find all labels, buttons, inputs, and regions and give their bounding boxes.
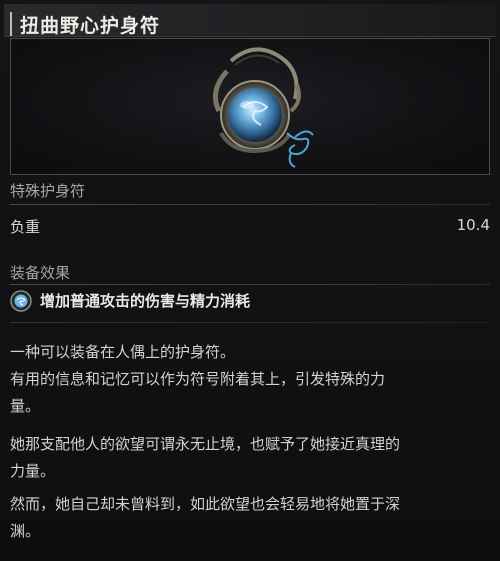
item-image-frame xyxy=(10,38,490,175)
effect-header: 装备效果 xyxy=(10,264,71,282)
description-p3-line1: 然而，她自己却未曾料到，如此欲望也会轻易地将她置于深 xyxy=(10,495,401,513)
category-divider xyxy=(10,204,490,205)
weight-label: 负重 xyxy=(10,218,41,236)
description-p1-line2: 有用的信息和记忆可以作为符号附着其上，引发特殊的力 xyxy=(10,370,386,388)
description-divider xyxy=(10,322,490,323)
weight-value: 10.4 xyxy=(456,216,490,234)
talisman-image xyxy=(212,47,314,168)
description-p2-line2: 力量。 xyxy=(10,462,56,480)
item-detail-panel: 扭曲野心护身符 特殊护身符 负重 10.4 装备效果 增加普通攻击的伤害与精力消… xyxy=(0,0,500,561)
description-p3-line2: 渊。 xyxy=(10,522,41,540)
description-p1-line1: 一种可以装备在人偶上的护身符。 xyxy=(10,343,236,361)
effect-divider xyxy=(10,284,490,285)
item-title: 扭曲野心护身符 xyxy=(20,15,161,37)
description-p1-line3: 量。 xyxy=(10,397,41,415)
effect-text: 增加普通攻击的伤害与精力消耗 xyxy=(40,292,251,310)
talisman-effect-icon xyxy=(10,290,32,312)
title-bar: 扭曲野心护身符 xyxy=(4,4,496,37)
title-accent xyxy=(10,12,12,36)
description-p2-line1: 她那支配他人的欲望可谓永无止境，也赋予了她接近真理的 xyxy=(10,435,401,453)
effect-row: 增加普通攻击的伤害与精力消耗 xyxy=(10,288,490,314)
item-category: 特殊护身符 xyxy=(10,182,86,200)
